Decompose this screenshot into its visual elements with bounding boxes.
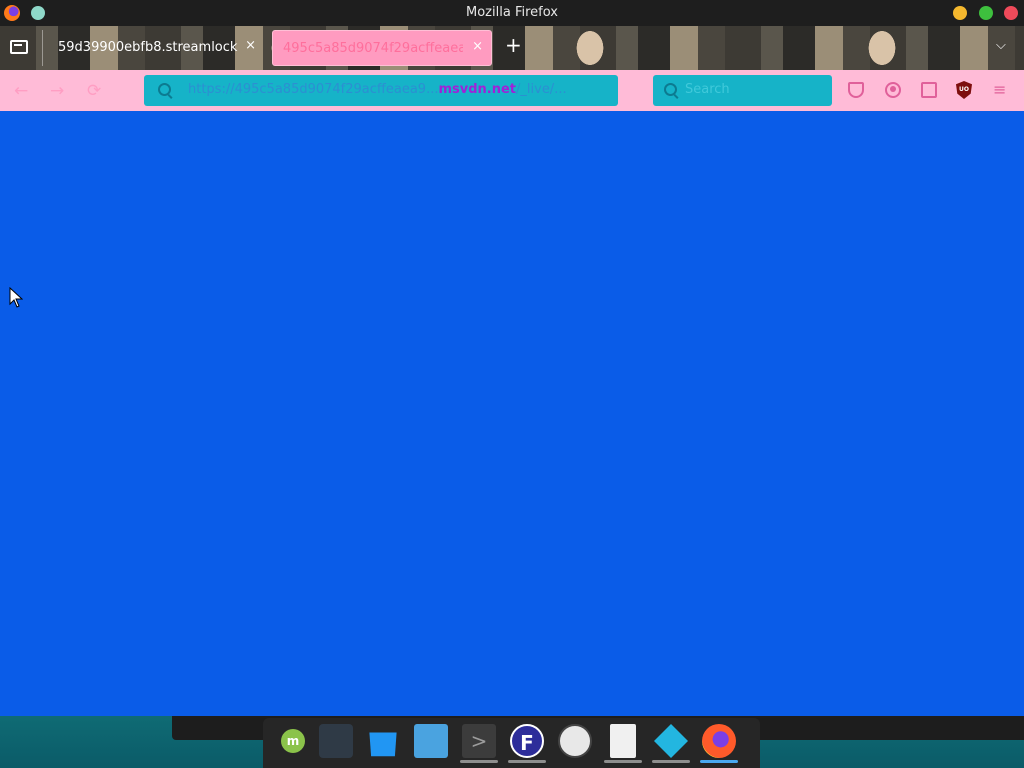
software-store-icon[interactable]	[369, 732, 397, 757]
text-editor-icon[interactable]	[610, 724, 636, 758]
search-placeholder: Search	[685, 82, 730, 97]
firefox-running-indicator	[700, 760, 738, 763]
extensions-icon[interactable]	[921, 82, 937, 98]
search-icon	[158, 83, 171, 96]
firefox-icon[interactable]	[702, 724, 736, 758]
menu-icon[interactable]: ≡	[993, 80, 1006, 99]
tab-title: 59d39900ebfb8.streamlock.n	[58, 40, 238, 55]
url-text[interactable]: https://495c5a85d9074f29acffeaea9...msvd…	[188, 82, 608, 97]
navigation-toolbar: ← → ⟳ https://495c5a85d9074f29acffeaea9.…	[0, 70, 1024, 111]
globe-app-icon[interactable]	[558, 724, 592, 758]
tab-msvdn[interactable]: 495c5a85d9074f29acffeaea9 ×	[272, 30, 492, 66]
window-title: Mozilla Firefox	[466, 5, 558, 20]
back-button[interactable]: ←	[14, 81, 28, 101]
url-domain: msvdn.net	[438, 82, 517, 97]
terminal-running-indicator	[460, 760, 498, 763]
text-editor-running-indicator	[604, 760, 642, 763]
tab-strip: 59d39900ebfb8.streamlock.n × 495c5a85d90…	[0, 26, 1024, 70]
url-suffix: /_live/...	[516, 82, 567, 97]
page-content[interactable]	[0, 111, 1024, 717]
close-window-button[interactable]	[1004, 6, 1018, 20]
files-folder-icon[interactable]	[414, 724, 448, 758]
pocket-icon[interactable]	[848, 82, 864, 98]
window-titlebar: Mozilla Firefox	[0, 0, 1024, 26]
ublock-origin-icon[interactable]: UO	[956, 81, 972, 99]
mint-menu-icon[interactable]: m	[281, 729, 305, 753]
dock: m > F	[263, 718, 760, 768]
settings-sliders-icon[interactable]	[319, 724, 353, 758]
f-app-icon[interactable]: F	[510, 724, 544, 758]
forward-button[interactable]: →	[50, 81, 64, 101]
close-tab-icon[interactable]: ×	[472, 39, 483, 54]
search-bar[interactable]: Search	[653, 75, 832, 106]
kodi-running-indicator	[652, 760, 690, 763]
search-icon	[664, 83, 677, 96]
url-bar[interactable]: https://495c5a85d9074f29acffeaea9...msvd…	[144, 75, 618, 106]
list-all-tabs-button[interactable]: ⌵	[996, 38, 1006, 53]
terminal-icon[interactable]: >	[462, 724, 496, 758]
close-tab-icon[interactable]: ×	[245, 38, 256, 53]
new-tab-button[interactable]: +	[505, 35, 522, 55]
minimize-button[interactable]	[953, 6, 967, 20]
tab-overview-icon[interactable]	[10, 40, 28, 54]
url-prefix: https://495c5a85d9074f29acffeaea9...	[188, 82, 439, 97]
tab-title: 495c5a85d9074f29acffeaea9	[283, 41, 463, 56]
f-app-running-indicator	[508, 760, 546, 763]
reload-button[interactable]: ⟳	[87, 81, 101, 101]
tab-streamlock[interactable]: 59d39900ebfb8.streamlock.n ×	[42, 30, 262, 66]
account-icon[interactable]	[885, 82, 901, 98]
kodi-icon[interactable]	[654, 724, 688, 758]
maximize-button[interactable]	[979, 6, 993, 20]
